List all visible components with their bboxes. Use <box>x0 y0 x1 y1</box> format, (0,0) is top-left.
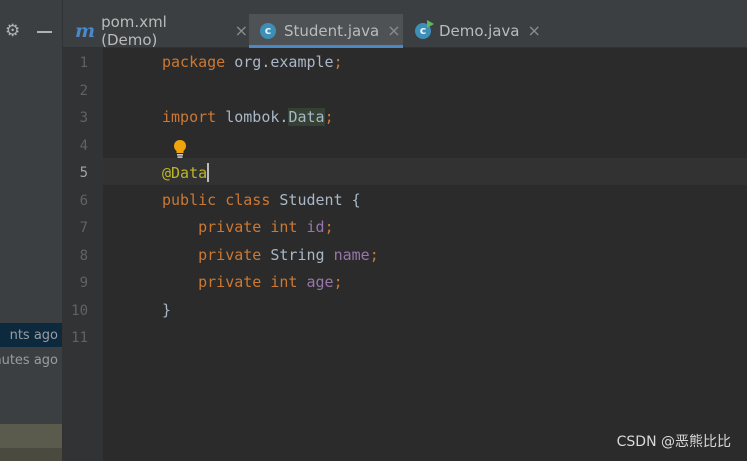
code-token: @Data <box>162 164 208 182</box>
code-token: String <box>261 245 334 264</box>
close-icon[interactable]: × <box>235 21 248 40</box>
run-marker-icon <box>427 19 434 28</box>
line-number: 6 <box>79 192 88 209</box>
lightbulb-icon[interactable] <box>172 139 188 159</box>
code-token: age <box>306 273 334 291</box>
tab-demo-java[interactable]: c Demo.java × <box>404 14 544 47</box>
text-caret <box>207 163 210 182</box>
code-editor[interactable]: 1 package org.example; 2 3 import lombok.Dat… <box>63 48 747 461</box>
code-line[interactable]: @Data <box>162 163 210 182</box>
code-token: lombok. <box>216 108 289 126</box>
code-line[interactable]: package org.example; <box>162 53 343 71</box>
watermark: CSDN @恶熊比比 <box>616 434 731 450</box>
gear-icon[interactable]: ⚙ <box>5 22 20 40</box>
code-token: package <box>162 53 226 71</box>
line-number: 4 <box>79 137 88 154</box>
code-token: int <box>270 273 298 291</box>
java-class-runnable-icon: c <box>415 19 434 39</box>
code-token: private <box>162 245 262 264</box>
line-number: 9 <box>79 275 88 291</box>
code-line[interactable]: private int id; <box>162 218 334 236</box>
code-token: class <box>225 190 271 209</box>
code-token: ; <box>333 53 343 71</box>
close-icon[interactable]: × <box>387 21 400 40</box>
code-line[interactable]: import lombok.Data; <box>162 108 334 126</box>
line-number: 10 <box>71 302 88 319</box>
minimize-icon[interactable] <box>37 31 52 33</box>
sidebar-bottom-strip <box>0 448 62 461</box>
line-number: 5 <box>79 165 88 181</box>
project-sidebar: ⚙ nts ago nutes ago <box>0 0 63 461</box>
tab-label: Student.java <box>284 21 380 40</box>
code-token: ; <box>333 273 343 291</box>
code-token: int <box>270 218 298 236</box>
code-token: Data <box>288 108 325 126</box>
code-token: private <box>162 273 262 291</box>
line-number: 1 <box>79 55 88 71</box>
class-glyph: c <box>419 24 427 37</box>
code-line[interactable]: } <box>162 301 171 319</box>
java-class-icon: c <box>260 22 276 39</box>
line-number: 3 <box>79 110 88 126</box>
tab-label: Demo.java <box>439 21 520 40</box>
code-token: private <box>162 218 262 236</box>
code-line[interactable]: public class Student { <box>162 191 361 209</box>
history-time-1[interactable]: nts ago <box>10 328 58 343</box>
code-token: import <box>162 108 217 126</box>
history-time-2[interactable]: nutes ago <box>0 353 58 368</box>
editor-tab-bar: m pom.xml (Demo) × c Student.java × c De… <box>63 12 747 49</box>
close-icon[interactable]: × <box>528 21 541 40</box>
code-token: } <box>162 300 172 319</box>
code-token: id <box>306 218 325 236</box>
code-token: ; <box>369 245 379 264</box>
tab-student-java[interactable]: c Student.java × <box>249 14 403 48</box>
code-line[interactable]: private int age; <box>162 273 343 291</box>
line-number: 11 <box>71 330 88 346</box>
code-token: name <box>333 245 370 264</box>
line-number: 7 <box>79 220 88 236</box>
code-token: public <box>162 190 217 209</box>
line-number: 2 <box>79 82 88 99</box>
sidebar-toolbar: ⚙ <box>0 14 62 48</box>
code-token: Student { <box>270 190 361 209</box>
code-token: org.example <box>225 53 334 71</box>
maven-icon: m <box>75 19 96 42</box>
line-number: 8 <box>79 247 88 264</box>
tab-pom-xml[interactable]: m pom.xml (Demo) × <box>63 12 248 49</box>
code-line[interactable]: private String name; <box>162 246 379 264</box>
code-token: ; <box>324 218 334 236</box>
tab-label: pom.xml (Demo) <box>101 12 167 49</box>
code-token: ; <box>324 108 334 126</box>
